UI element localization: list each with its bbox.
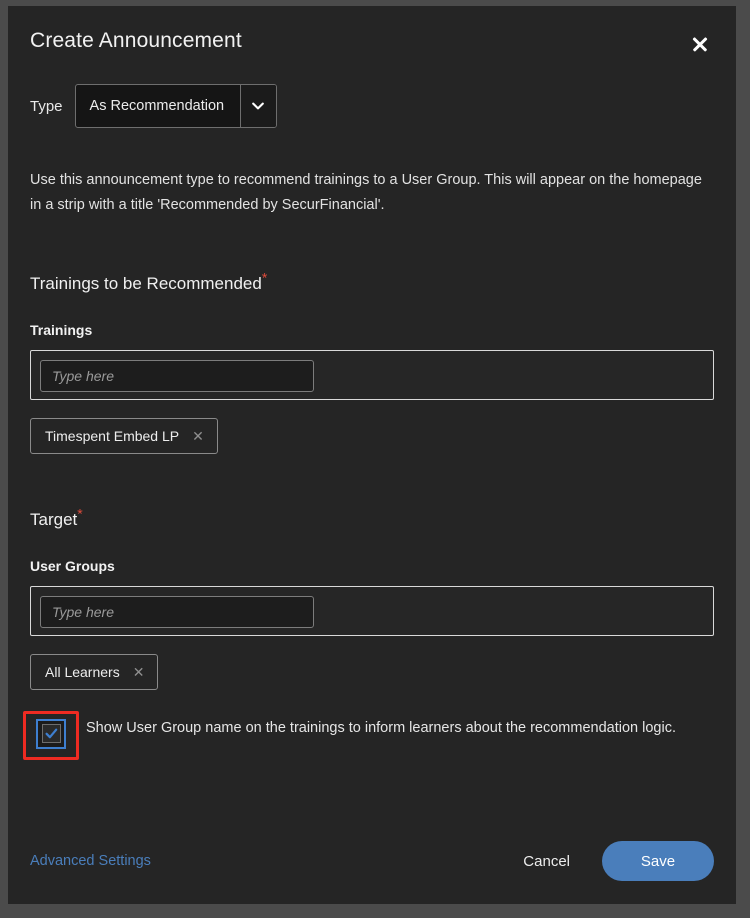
trainings-combobox[interactable]: Type here	[30, 349, 714, 400]
type-select-value: As Recommendation	[89, 98, 225, 114]
checkmark-icon	[41, 724, 61, 744]
user-groups-input-placeholder: Type here	[52, 603, 114, 620]
user-groups-combobox[interactable]: Type here	[30, 585, 714, 636]
trainings-input-placeholder: Type here	[52, 367, 114, 384]
footer-actions: Cancel Save	[517, 841, 714, 881]
required-marker: *	[77, 505, 83, 522]
show-user-group-name-label: Show User Group name on the trainings to…	[86, 719, 676, 736]
advanced-settings-link[interactable]: Advanced Settings	[30, 853, 151, 869]
type-description: Use this announcement type to recommend …	[30, 172, 702, 213]
type-select[interactable]: As Recommendation	[74, 84, 277, 128]
trainings-field-label: Trainings	[30, 321, 93, 338]
dialog-header: Create Announcement	[8, 6, 736, 58]
trainings-input-wrapper[interactable]: Type here	[40, 359, 314, 392]
chevron-down-icon[interactable]	[239, 85, 276, 127]
user-groups-chip-list: All Learners ✕	[30, 653, 714, 690]
type-label: Type	[30, 97, 63, 115]
save-button[interactable]: Save	[602, 841, 714, 881]
chip-item[interactable]: All Learners ✕	[30, 653, 159, 690]
chip-label: Timespent Embed LP	[45, 427, 180, 444]
chip-item[interactable]: Timespent Embed LP ✕	[30, 417, 218, 454]
screen: Create Announcement Type As Recommendati…	[0, 0, 750, 918]
trainings-chip-list: Timespent Embed LP ✕	[30, 417, 714, 454]
target-section-heading-text: Target	[30, 509, 78, 529]
show-user-group-name-checkbox[interactable]	[36, 718, 66, 749]
type-field-row: Type As Recommendation	[30, 84, 714, 128]
page-title: Create Announcement	[30, 29, 242, 52]
dialog-footer: Advanced Settings Cancel Save	[8, 818, 736, 904]
create-announcement-dialog: Create Announcement Type As Recommendati…	[8, 6, 736, 904]
close-icon[interactable]	[686, 30, 714, 58]
trainings-section-heading: Trainings to be Recommended*	[30, 270, 714, 294]
dialog-body: Type As Recommendation Use this announce…	[8, 58, 736, 818]
required-marker: *	[261, 269, 268, 286]
close-icon[interactable]: ✕	[192, 429, 204, 443]
target-section-heading: Target*	[30, 506, 714, 530]
trainings-section-heading-text: Trainings to be Recommended	[30, 273, 262, 293]
cancel-button[interactable]: Cancel	[517, 845, 576, 878]
chip-label: All Learners	[45, 663, 120, 680]
show-user-group-name-row: Show User Group name on the trainings to…	[23, 710, 714, 760]
user-groups-input-wrapper[interactable]: Type here	[40, 595, 314, 628]
user-groups-field-label: User Groups	[30, 557, 115, 574]
close-icon[interactable]: ✕	[133, 665, 145, 679]
